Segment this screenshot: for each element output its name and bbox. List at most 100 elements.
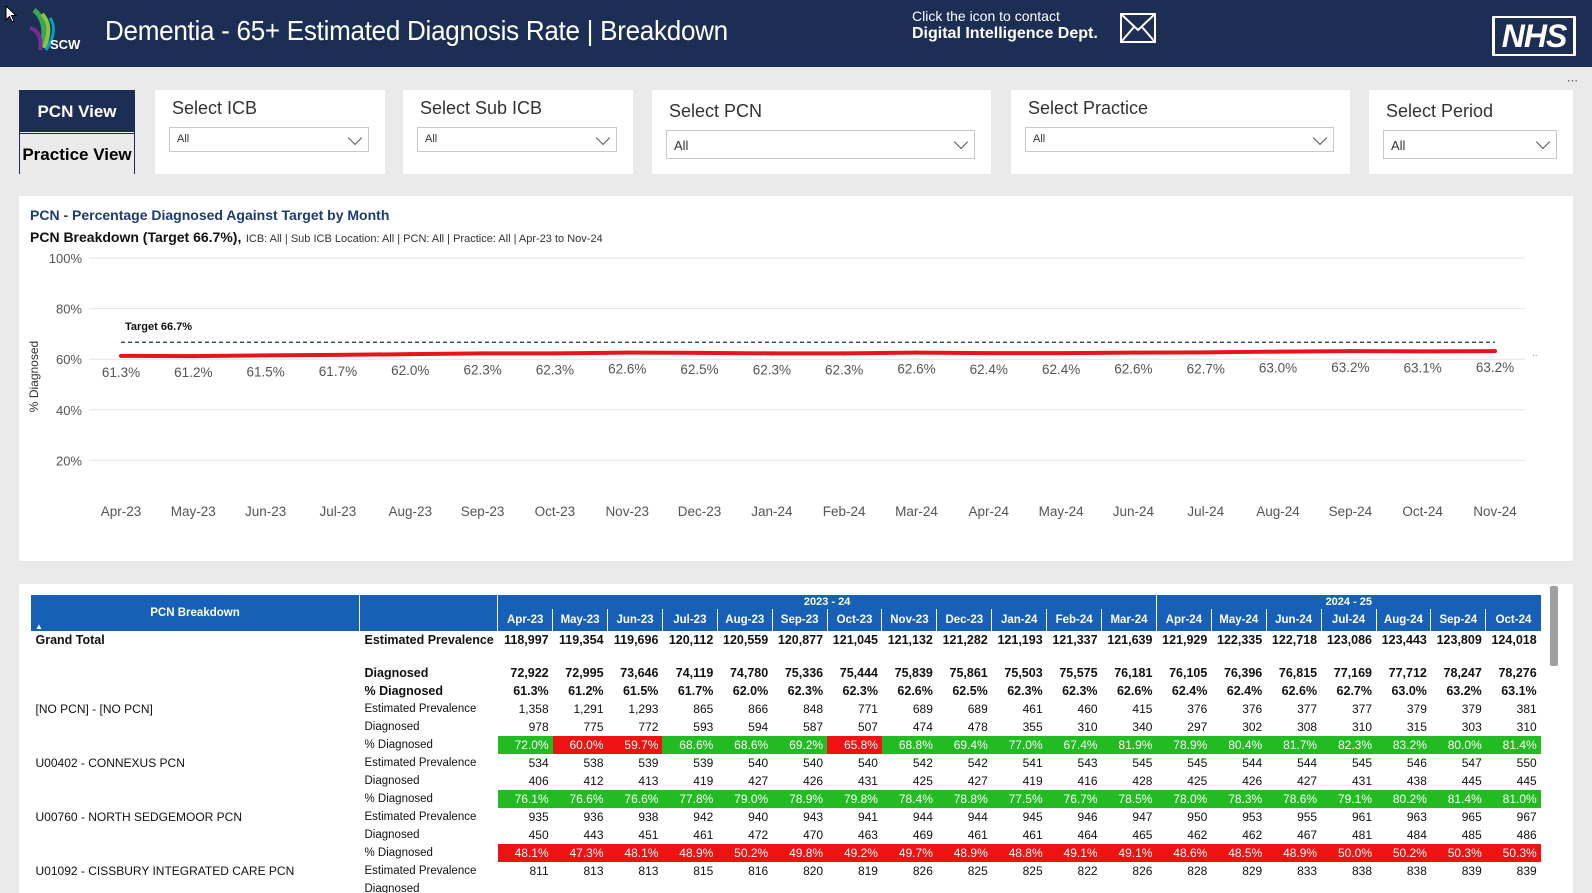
value-cell: 542 — [912, 756, 933, 770]
value-cell: 689 — [967, 702, 988, 716]
value-cell: 79.8% — [827, 790, 882, 808]
value-cell: 63.0% — [1391, 684, 1427, 698]
month-header[interactable]: Mar-24 — [1101, 609, 1157, 631]
more-options-icon[interactable]: ⋯ — [1567, 74, 1579, 87]
value-cell: 945 — [1022, 810, 1043, 824]
value-cell: 120,877 — [777, 633, 824, 647]
value-cell: 68.6% — [717, 736, 773, 754]
value-cell: 419 — [693, 774, 714, 788]
data-point — [1493, 349, 1497, 354]
view-toggle: PCN View Practice View — [19, 90, 135, 174]
value-cell: 544 — [1297, 756, 1318, 770]
chevron-down-icon — [595, 130, 611, 146]
value-cell: 81.4% — [1430, 790, 1486, 808]
metric-cell: % Diagnosed — [364, 793, 433, 805]
pcn-name-cell — [31, 844, 360, 862]
month-header[interactable]: Aug-23 — [716, 609, 773, 631]
value-cell: 950 — [1187, 810, 1208, 824]
value-cell: 77.5% — [991, 790, 1047, 808]
value-cell: 77,712 — [1388, 666, 1427, 680]
data-point — [1348, 349, 1353, 354]
month-header[interactable]: Jun-24 — [1265, 609, 1322, 631]
month-header[interactable]: Jun-23 — [607, 609, 663, 631]
value-cell: 416 — [1077, 774, 1098, 788]
more-icon: .. — [1532, 348, 1538, 359]
value-cell: 49.2% — [827, 844, 882, 862]
envelope-icon[interactable] — [1120, 12, 1156, 44]
x-tick-label: Jan-24 — [751, 504, 793, 519]
x-tick-label: Nov-23 — [605, 504, 649, 519]
table-row: U00760 - NORTH SEDGEMOOR PCN Estimated Pr… — [31, 808, 1541, 826]
value-cell — [1431, 880, 1486, 893]
value-cell: 62.3% — [1062, 684, 1098, 698]
practice-dropdown[interactable]: All — [1025, 127, 1334, 152]
metric-cell: Estimated Prevalence — [364, 633, 494, 647]
sort-ascending-icon[interactable]: ▲ — [35, 622, 43, 631]
table-row: Diagnosed 72,922 72,995 73,646 74,119 74,780 7… — [31, 664, 1541, 682]
chevron-down-icon — [953, 134, 969, 150]
practice-view-button[interactable]: Practice View — [20, 133, 134, 174]
line-chart[interactable]: 100% 80% 60% 40% 20% % Diagnosed Target 66.7% A… — [19, 196, 1573, 561]
month-header[interactable]: May-24 — [1210, 609, 1267, 631]
value-cell: 541 — [1022, 756, 1043, 770]
pcn-breakdown-header[interactable]: PCN Breakdown ▲ — [30, 595, 360, 631]
table-row: % Diagnosed 48.1% 47.3% 48.1% 48.9% 50.2% 49.8… — [31, 844, 1541, 862]
month-header[interactable]: Apr-24 — [1155, 609, 1212, 631]
x-tick-label: Aug-24 — [1256, 504, 1300, 519]
month-header[interactable]: May-23 — [552, 609, 608, 631]
value-cell: 79.1% — [1321, 790, 1376, 808]
month-header[interactable]: Jul-23 — [661, 609, 718, 631]
pcn-name-cell: Grand Total — [35, 633, 105, 647]
month-header[interactable]: Oct-23 — [826, 609, 882, 631]
data-label: 62.6% — [1114, 362, 1152, 377]
nhs-logo: NHS — [1492, 16, 1576, 56]
data-label: 62.3% — [536, 362, 574, 377]
value-cell: 75,839 — [894, 666, 933, 680]
value-cell: 63.1% — [1501, 684, 1537, 698]
month-header[interactable]: Apr-23 — [497, 609, 553, 631]
month-header[interactable]: Jul-24 — [1320, 609, 1376, 631]
value-cell: 833 — [1297, 864, 1318, 878]
value-cell: 540 — [857, 756, 878, 770]
icb-dropdown[interactable]: All — [169, 127, 369, 152]
y-tick-label: 80% — [56, 302, 82, 317]
month-header[interactable]: Aug-24 — [1375, 609, 1431, 631]
year-group-header: 2024 - 25 — [1155, 595, 1541, 609]
value-cell: 48.1% — [607, 844, 663, 862]
metric-cell: Estimated Prevalence — [364, 757, 477, 769]
value-cell: 75,336 — [784, 666, 824, 680]
value-cell: 49.1% — [1101, 844, 1157, 862]
month-header[interactable]: Oct-24 — [1485, 609, 1541, 631]
value-cell: 78.3% — [1211, 790, 1267, 808]
metric-cell: Diagnosed — [364, 666, 429, 680]
table-scrollbar[interactable] — [1550, 586, 1558, 666]
period-dropdown[interactable]: All — [1383, 130, 1557, 159]
value-cell — [992, 880, 1047, 893]
pcn-view-button[interactable]: PCN View — [20, 91, 134, 132]
month-header[interactable]: Sep-24 — [1430, 609, 1486, 631]
value-cell: 123,086 — [1326, 633, 1372, 647]
value-cell: 462 — [1187, 828, 1208, 842]
data-label: 63.2% — [1476, 360, 1514, 375]
value-cell: 377 — [1297, 702, 1318, 716]
month-header[interactable]: Nov-23 — [881, 609, 937, 631]
month-header[interactable]: Dec-23 — [936, 609, 992, 631]
data-label: 61.2% — [174, 365, 212, 380]
pcn-dropdown[interactable]: All — [666, 130, 975, 159]
icb-dropdown-value: All — [177, 133, 190, 145]
month-header[interactable]: Feb-24 — [1046, 609, 1102, 631]
value-cell: 121,282 — [942, 633, 988, 647]
month-header[interactable]: Sep-23 — [771, 609, 828, 631]
value-cell: 593 — [693, 720, 714, 734]
sub-icb-dropdown[interactable]: All — [417, 127, 617, 152]
value-cell: 310 — [1516, 720, 1537, 734]
value-cell: 829 — [1242, 864, 1263, 878]
value-cell: 123,443 — [1381, 633, 1427, 647]
value-cell: 813 — [583, 864, 604, 878]
month-header[interactable]: Jan-24 — [991, 609, 1047, 631]
value-cell: 48.9% — [1266, 844, 1322, 862]
value-cell: 118,997 — [504, 633, 549, 647]
value-cell: 839 — [1461, 864, 1482, 878]
value-cell: 825 — [1022, 864, 1043, 878]
data-point — [625, 350, 630, 355]
